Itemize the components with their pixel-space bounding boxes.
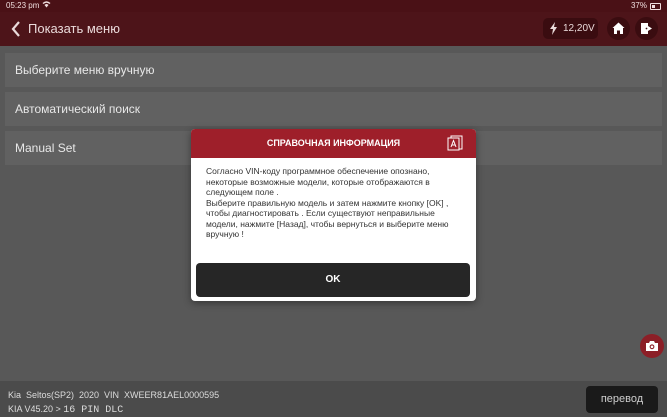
menu-item-label: Автоматический поиск xyxy=(15,102,141,116)
status-bar: 05:23 pm 37% xyxy=(0,0,667,12)
dialog-paragraph: Выберите правильную модель и затем нажми… xyxy=(206,197,449,240)
menu-item-auto-search[interactable]: Автоматический поиск xyxy=(5,92,662,126)
camera-icon xyxy=(646,341,658,351)
voltage-value: 12,20V xyxy=(563,23,595,34)
page-title: Показать меню xyxy=(28,21,120,36)
menu-item-manual-select[interactable]: Выберите меню вручную xyxy=(5,53,662,87)
home-icon xyxy=(612,22,625,34)
status-time: 05:23 pm xyxy=(6,1,40,10)
battery-level: 37% xyxy=(630,1,647,10)
menu-item-label: Выберите меню вручную xyxy=(15,63,155,77)
translate-button[interactable]: перевод xyxy=(586,386,658,413)
dialog-paragraph: Согласно VIN-коду программное обеспечени… xyxy=(206,166,430,197)
app-header: Показать меню 12,20V xyxy=(0,12,667,46)
exit-icon xyxy=(641,23,652,34)
translate-doc-icon[interactable] xyxy=(447,135,463,151)
lightning-icon xyxy=(550,22,557,35)
software-version: KIA V45.20 > 16 PIN DLC xyxy=(8,404,123,416)
version-text: KIA V45.20 > xyxy=(8,404,64,414)
battery-voltage-badge: 12,20V xyxy=(543,18,598,39)
battery-icon xyxy=(650,3,661,10)
exit-button[interactable] xyxy=(635,17,658,40)
bottom-info-bar: Kia Seltos(SP2) 2020 VIN XWEER81AEL00005… xyxy=(0,381,667,417)
dialog-message: Согласно VIN-коду программное обеспечени… xyxy=(206,166,464,240)
menu-item-label: Manual Set xyxy=(15,141,76,155)
ok-button[interactable]: OK xyxy=(196,263,470,297)
connector-text: 16 PIN DLC xyxy=(63,405,124,416)
info-dialog: СПРАВОЧНАЯ ИНФОРМАЦИЯ Согласно VIN-коду … xyxy=(191,129,476,301)
dialog-header: СПРАВОЧНАЯ ИНФОРМАЦИЯ xyxy=(191,129,476,158)
screenshot-button[interactable] xyxy=(640,334,664,358)
back-icon[interactable] xyxy=(8,18,24,40)
vehicle-info: Kia Seltos(SP2) 2020 VIN XWEER81AEL00005… xyxy=(8,390,220,400)
home-button[interactable] xyxy=(607,17,630,40)
dialog-title: СПРАВОЧНАЯ ИНФОРМАЦИЯ xyxy=(266,138,401,148)
